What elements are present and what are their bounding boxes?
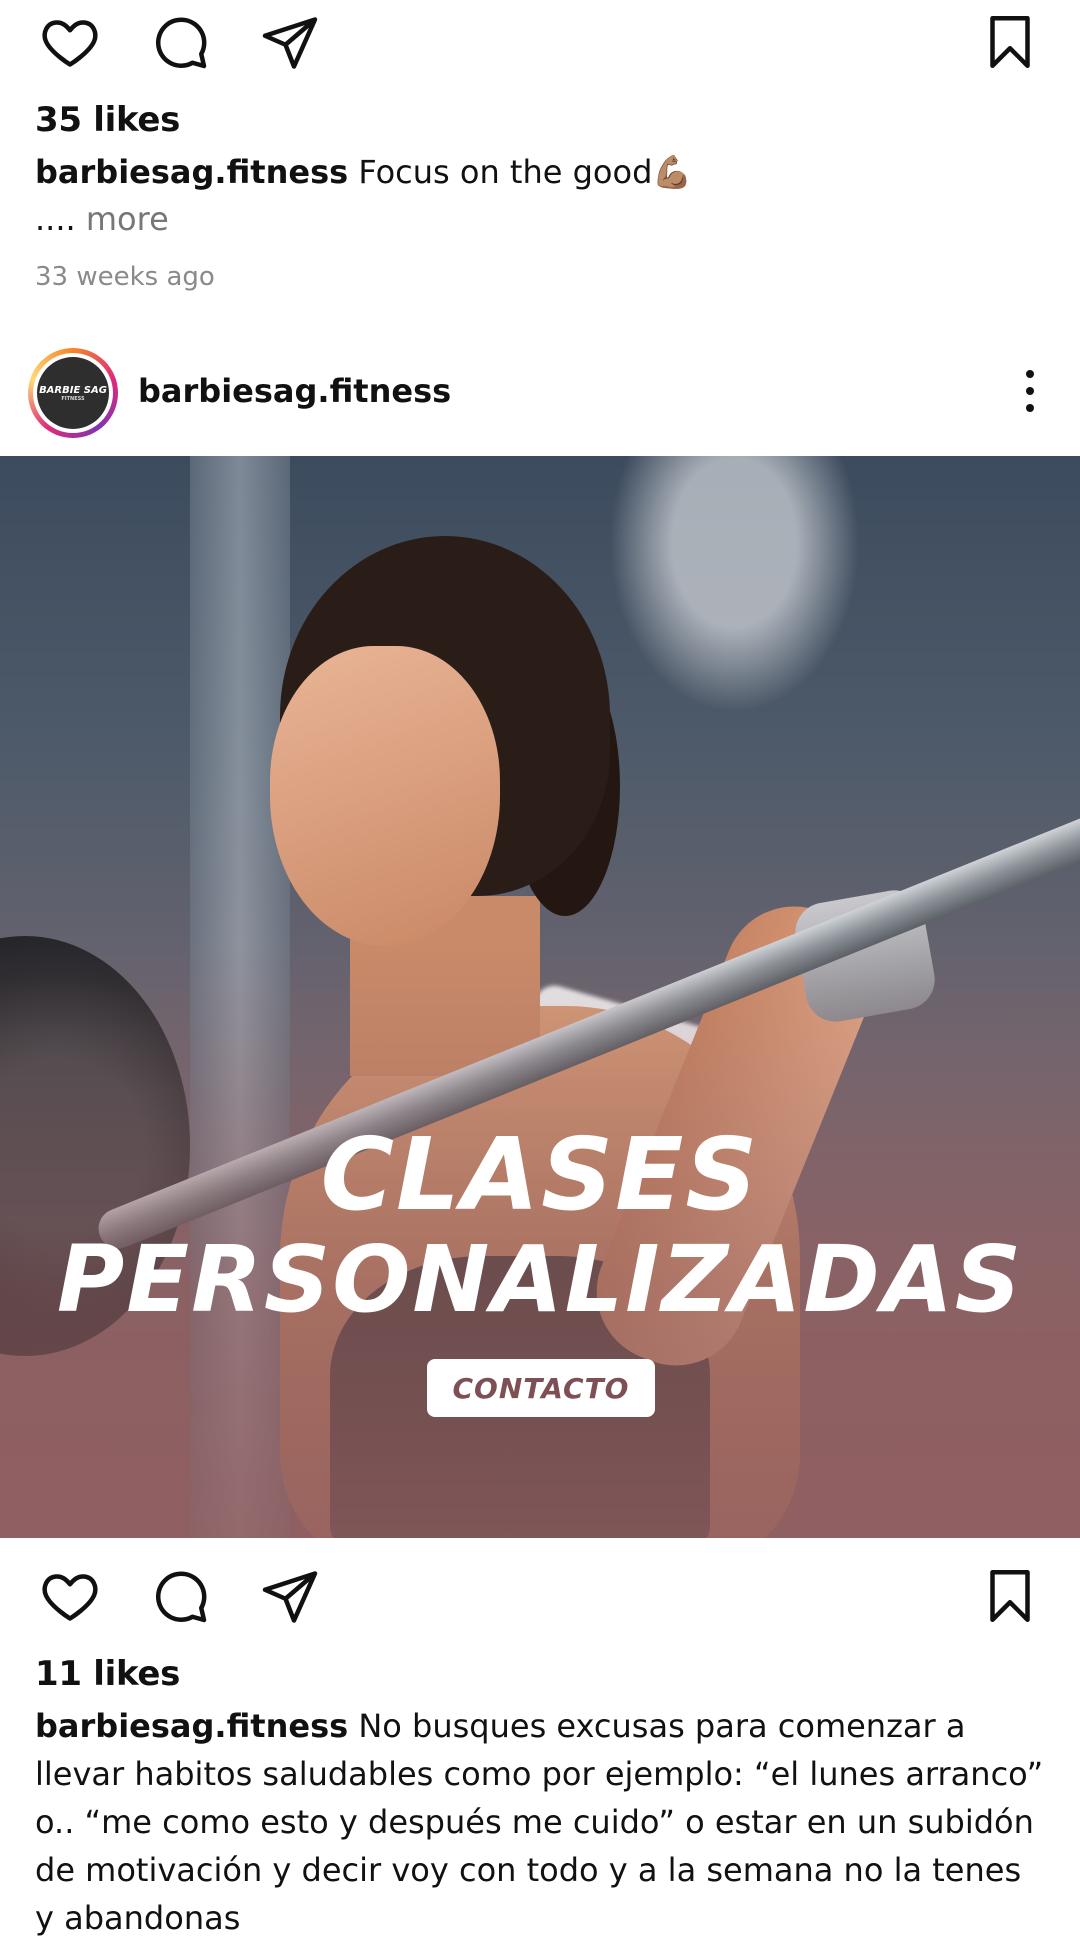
caption-username[interactable]: barbiesag.fitness bbox=[35, 153, 348, 191]
save-button[interactable] bbox=[978, 10, 1042, 74]
avatar-border: BARBIE SAG FITNESS bbox=[33, 353, 113, 433]
comment-icon bbox=[156, 17, 207, 69]
bookmark-icon bbox=[990, 1570, 1030, 1622]
post1-action-bar bbox=[0, 0, 1080, 80]
share-icon bbox=[262, 17, 318, 69]
share-button[interactable] bbox=[258, 10, 322, 74]
post1-caption: barbiesag.fitness Focus on the good💪🏽 bbox=[35, 148, 1045, 196]
more-options-icon[interactable] bbox=[1020, 370, 1040, 420]
bookmark-icon bbox=[990, 16, 1030, 68]
post2-likes-count[interactable]: 11 likes bbox=[35, 1654, 180, 1694]
post-username[interactable]: barbiesag.fitness bbox=[138, 372, 451, 410]
like-button[interactable] bbox=[38, 1564, 102, 1628]
avatar-logo-subtext: FITNESS bbox=[61, 395, 85, 402]
caption-text: Focus on the good💪🏽 bbox=[348, 153, 693, 191]
kebab-dot bbox=[1026, 370, 1034, 378]
post2-action-bar bbox=[0, 1554, 1080, 1634]
comment-button[interactable] bbox=[148, 1564, 212, 1628]
heart-icon bbox=[42, 20, 98, 67]
avatar[interactable]: BARBIE SAG FITNESS bbox=[28, 348, 118, 438]
heart-icon bbox=[42, 1574, 98, 1621]
comment-icon bbox=[156, 1571, 207, 1623]
like-button[interactable] bbox=[38, 10, 102, 74]
post1-timestamp: 33 weeks ago bbox=[35, 262, 215, 292]
avatar-logo: BARBIE SAG FITNESS bbox=[37, 357, 109, 429]
contact-badge: CONTACTO bbox=[427, 1359, 655, 1417]
more-dots: .... bbox=[35, 200, 76, 238]
share-button[interactable] bbox=[258, 1564, 322, 1628]
promo-title-line2: PERSONALIZADAS bbox=[56, 1226, 1024, 1333]
more-link[interactable]: .... more bbox=[35, 200, 169, 238]
post2-header: BARBIE SAG FITNESS barbiesag.fitness bbox=[0, 340, 1080, 450]
share-icon bbox=[262, 1571, 318, 1623]
post-image[interactable]: CLASES PERSONALIZADAS CONTACTO bbox=[0, 456, 1080, 1538]
avatar-logo-text: BARBIE SAG bbox=[39, 384, 107, 396]
comment-button[interactable] bbox=[148, 10, 212, 74]
post1-likes-count[interactable]: 35 likes bbox=[35, 100, 180, 140]
kebab-dot bbox=[1026, 404, 1034, 412]
post2-caption: barbiesag.fitness No busques excusas par… bbox=[35, 1702, 1045, 1942]
caption-username[interactable]: barbiesag.fitness bbox=[35, 1707, 348, 1745]
more-label: more bbox=[75, 200, 169, 238]
promo-title-line1: CLASES bbox=[320, 1116, 760, 1233]
kebab-dot bbox=[1026, 387, 1034, 395]
save-button[interactable] bbox=[978, 1564, 1042, 1628]
